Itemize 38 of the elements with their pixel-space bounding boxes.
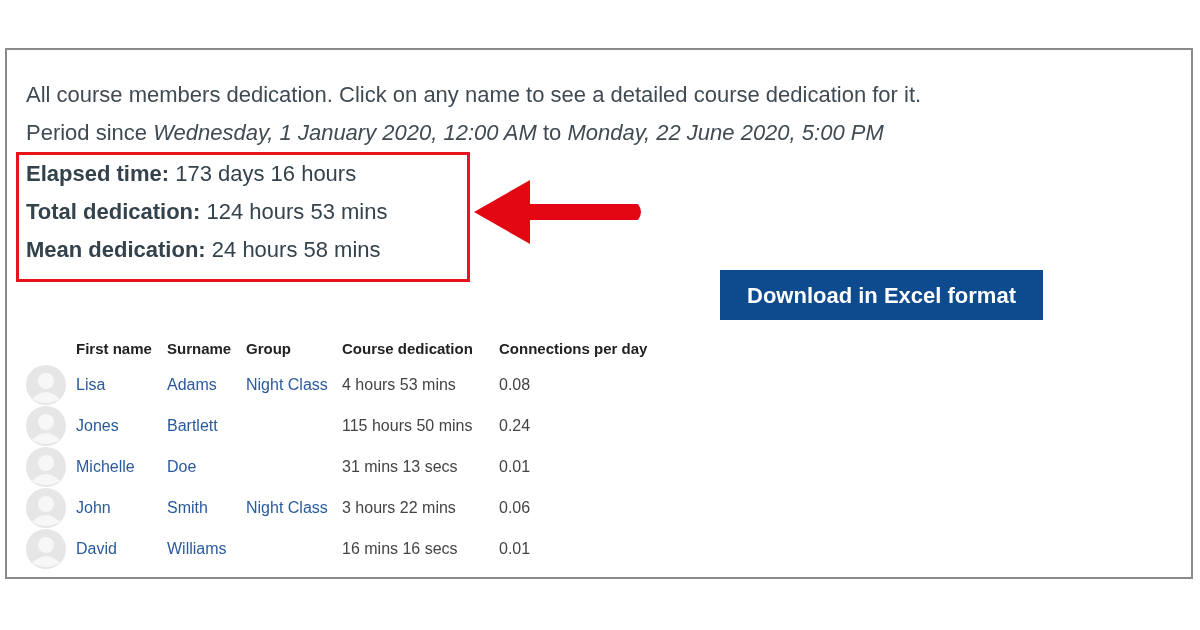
avatar-icon	[26, 487, 66, 528]
dedication-cell: 16 mins 16 secs	[342, 539, 458, 557]
column-header: Connections per day	[499, 338, 649, 359]
dedication-cell: 31 mins 13 secs	[342, 457, 458, 475]
intro-text: All course members dedication. Click on any name to see a detailed course dedication for it.	[26, 81, 923, 109]
column-header: Course dedication	[342, 338, 474, 359]
surname-link[interactable]: Williams	[167, 539, 227, 557]
period-text: Period since Wednesday, 1 January 2020, 12:00 AM to Monday, 22 June 2020, 5:00 PM	[26, 119, 885, 147]
first-name-link[interactable]: David	[76, 539, 117, 557]
connections-cell: 0.01	[499, 539, 531, 557]
dedication-cell: 3 hours 22 mins	[342, 498, 456, 516]
surname-link[interactable]: Smith	[167, 498, 208, 516]
column-header: Group	[246, 338, 292, 359]
first-name-link[interactable]: Jones	[76, 416, 119, 434]
avatar-icon	[26, 528, 66, 569]
avatar-icon	[26, 364, 66, 405]
stat-line: Mean dedication: 24 hours 58 mins	[26, 236, 382, 264]
dedication-cell: 4 hours 53 mins	[342, 375, 456, 393]
first-name-link[interactable]: John	[76, 498, 111, 516]
connections-cell: 0.06	[499, 498, 531, 516]
stat-line: Elapsed time: 173 days 16 hours	[26, 160, 358, 188]
first-name-link[interactable]: Michelle	[76, 457, 135, 475]
first-name-link[interactable]: Lisa	[76, 375, 106, 393]
avatar-icon	[26, 446, 66, 487]
surname-link[interactable]: Doe	[167, 457, 197, 475]
download-button[interactable]: Download in Excel format	[720, 270, 1043, 320]
group-link[interactable]: Night Class	[246, 498, 328, 516]
avatar-icon	[26, 405, 66, 446]
connections-cell: 0.08	[499, 375, 531, 393]
group-link[interactable]: Night Class	[246, 375, 328, 393]
surname-link[interactable]: Adams	[167, 375, 217, 393]
column-header: Surname	[167, 338, 233, 359]
column-header: First name	[76, 338, 153, 359]
surname-link[interactable]: Bartlett	[167, 416, 218, 434]
connections-cell: 0.24	[499, 416, 531, 434]
connections-cell: 0.01	[499, 457, 531, 475]
stat-line: Total dedication: 124 hours 53 mins	[26, 198, 389, 226]
dedication-cell: 115 hours 50 mins	[342, 416, 473, 434]
